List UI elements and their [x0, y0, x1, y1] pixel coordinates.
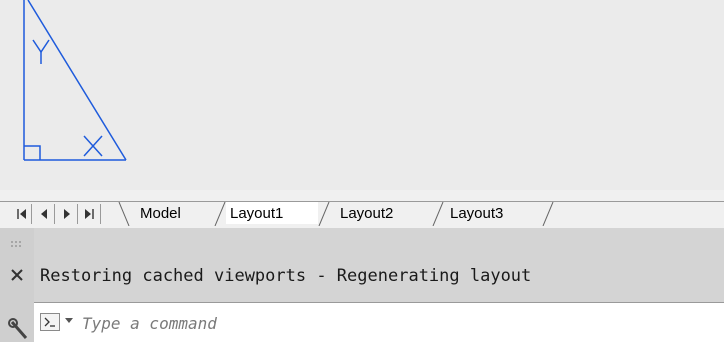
tab-layout3[interactable]: Layout3: [446, 202, 540, 224]
ucs-corner-square: [24, 145, 41, 160]
layout-tab-bar: Model Layout1 Layout2 Layout3: [0, 190, 724, 228]
next-tab-icon: [63, 209, 70, 219]
command-prompt-button[interactable]: [40, 313, 60, 331]
last-tab-icon: [84, 209, 94, 219]
previous-tab-icon: [40, 209, 47, 219]
ucs-y-glyph: [32, 39, 50, 54]
customize-wrench-icon[interactable]: [6, 316, 30, 342]
tab-divider-icon: [214, 202, 226, 226]
previous-tab-button[interactable]: [33, 204, 55, 224]
first-tab-icon: [16, 209, 26, 219]
last-tab-button[interactable]: [79, 204, 101, 224]
ucs-icon: [23, 0, 127, 161]
tab-divider-icon: [318, 202, 330, 226]
drag-handle-icon: [11, 241, 21, 247]
command-prompt-icon: [44, 317, 55, 327]
recent-commands-dropdown-icon[interactable]: [65, 317, 73, 325]
command-input-row: [34, 302, 724, 343]
tab-divider-icon: [542, 202, 554, 226]
tab-divider-icon: [118, 202, 130, 226]
command-history-text: Restoring cached viewports - Regeneratin…: [40, 266, 532, 286]
close-icon[interactable]: [8, 266, 28, 286]
drawing-canvas[interactable]: [0, 0, 724, 190]
tab-model[interactable]: Model: [136, 202, 222, 224]
tab-layout2[interactable]: Layout2: [336, 202, 430, 224]
tab-divider-icon: [432, 202, 444, 226]
command-line-grip[interactable]: [0, 228, 34, 342]
ucs-hypotenuse-line: [27, 0, 127, 161]
tab-layout1[interactable]: Layout1: [226, 202, 318, 224]
next-tab-button[interactable]: [56, 204, 78, 224]
command-line-palette: Restoring cached viewports - Regeneratin…: [0, 228, 724, 343]
command-input[interactable]: [82, 309, 712, 337]
first-tab-button[interactable]: [10, 204, 32, 224]
